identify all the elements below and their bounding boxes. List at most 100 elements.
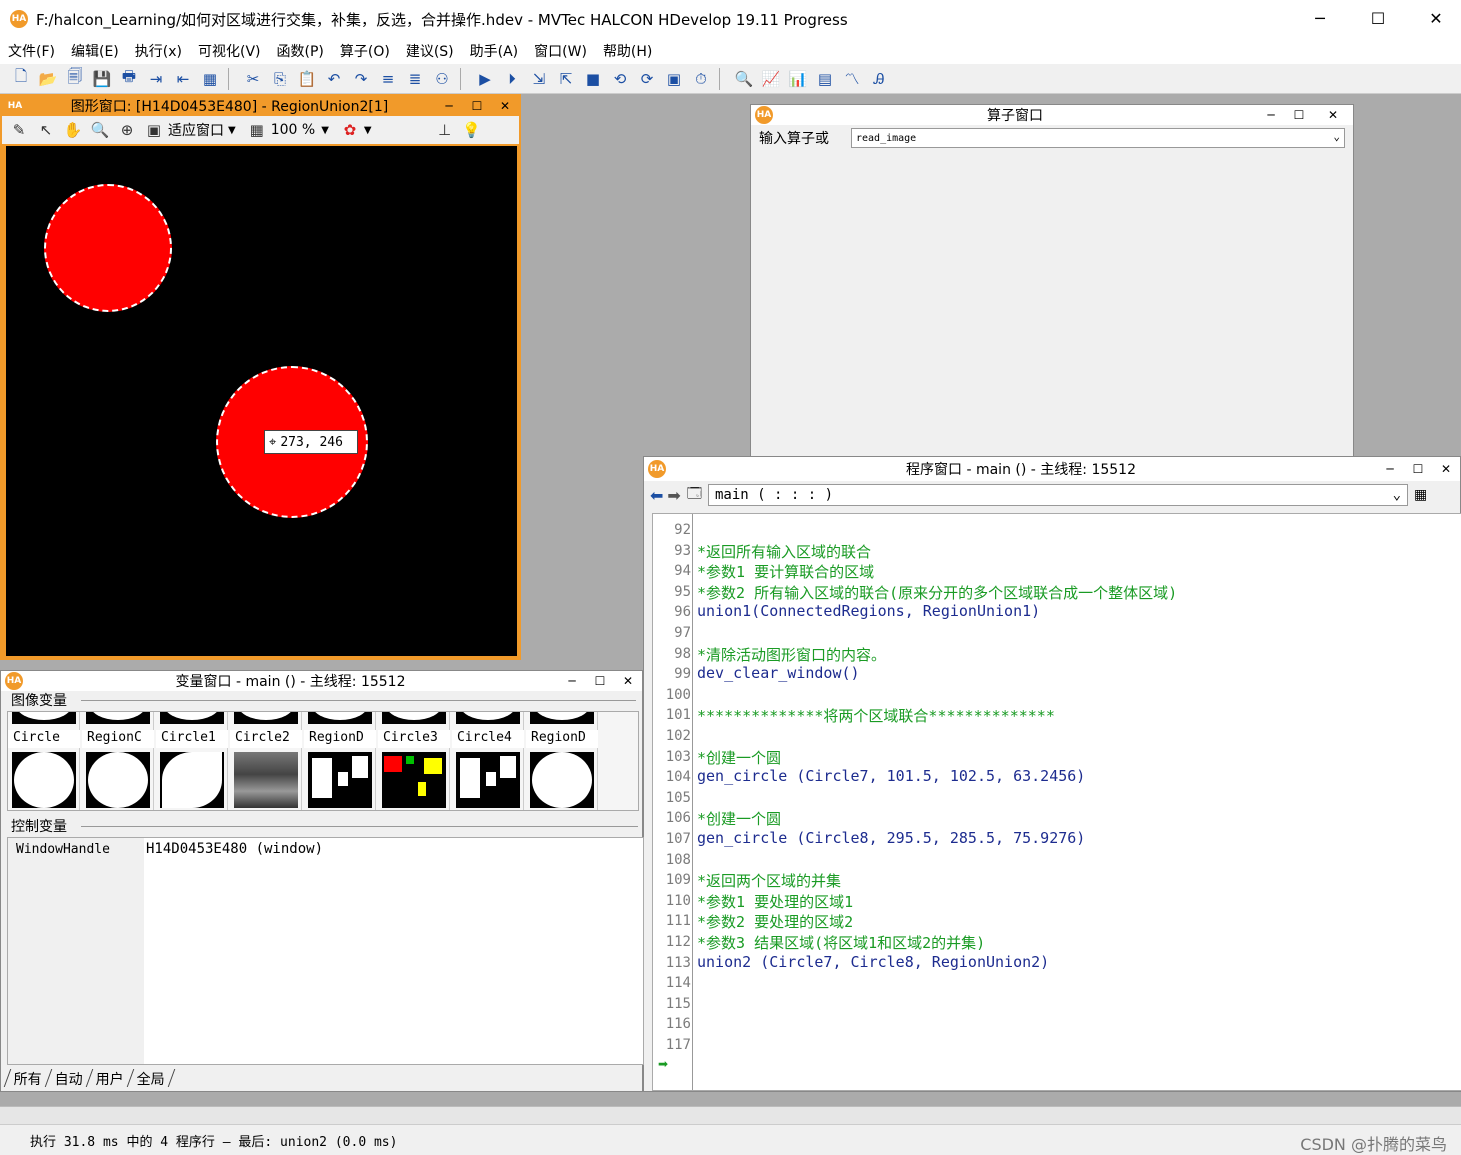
code-line[interactable]: **************将两个区域联合************** (697, 705, 1055, 726)
image-variable-thumb[interactable]: Circle (8, 712, 80, 810)
image-variable-thumb[interactable]: Circle3 (378, 712, 450, 810)
tab-auto[interactable]: 自动 (44, 1069, 93, 1088)
save-icon[interactable]: 💾 (89, 67, 115, 91)
code-line[interactable]: *参数2 所有输入区域的联合(原来分开的多个区域联合成一个整体区域) (697, 582, 1177, 603)
import-icon[interactable]: ⇤ (170, 67, 196, 91)
image-variable-thumb[interactable]: RegionC (82, 712, 154, 810)
chevron-down-icon[interactable]: ▼ (364, 125, 372, 136)
feature-histogram-icon[interactable]: 📊 (785, 67, 811, 91)
open-example-icon[interactable]: 🗐 (62, 67, 88, 91)
chevron-down-icon[interactable]: ▼ (228, 125, 236, 136)
close-button[interactable]: ✕ (614, 674, 642, 688)
zoom-window-icon[interactable]: 🔍 (731, 67, 757, 91)
maximize-button[interactable]: ☐ (463, 99, 491, 113)
minimize-button[interactable]: ─ (435, 99, 463, 113)
timer-icon[interactable]: ⏱ (688, 67, 714, 91)
maximize-button[interactable]: ☐ (586, 674, 614, 688)
feature-inspection-icon[interactable]: ▤ (812, 67, 838, 91)
close-button[interactable]: ✕ (1407, 0, 1461, 36)
image-variable-thumb[interactable]: RegionD (304, 712, 376, 810)
tab-global[interactable]: 全局 (126, 1069, 176, 1088)
code-line[interactable]: dev_clear_window() (697, 664, 860, 682)
code-line[interactable]: *参数1 要处理的区域1 (697, 891, 853, 912)
zoom-icon[interactable]: ⊕ (114, 118, 140, 142)
procedure-select[interactable]: main ( : : : ) ⌄ (708, 484, 1408, 506)
open-file-icon[interactable]: 📂 (35, 67, 61, 91)
minimize-button[interactable]: ─ (1291, 0, 1349, 36)
horizontal-scrollbar[interactable] (0, 1106, 1461, 1124)
code-line[interactable]: *参数1 要计算联合的区域 (697, 561, 874, 582)
step-out-icon[interactable]: ⇱ (553, 67, 579, 91)
maximize-button[interactable]: ☐ (1404, 462, 1432, 476)
menu-help[interactable]: 帮助(H) (595, 41, 660, 61)
menu-suggestions[interactable]: 建议(S) (398, 41, 462, 61)
control-variable-value[interactable]: H14D0453E480 (window) (146, 841, 323, 857)
menu-file[interactable]: 文件(F) (0, 41, 63, 61)
code-line[interactable]: *参数2 要处理的区域2 (697, 911, 853, 932)
line-profile-icon[interactable]: 〽 (839, 67, 865, 91)
close-button[interactable]: ✕ (1432, 462, 1460, 476)
pointer-icon[interactable]: ↖ (33, 118, 59, 142)
reset-icon[interactable]: ⟲ (607, 67, 633, 91)
pan-hand-icon[interactable]: ✋ (60, 118, 86, 142)
code-line[interactable]: *返回所有输入区域的联合 (697, 541, 871, 562)
library-icon[interactable]: ▦ (197, 67, 223, 91)
code-line[interactable]: union1(ConnectedRegions, RegionUnion1) (697, 602, 1040, 620)
tab-user[interactable]: 用户 (85, 1069, 134, 1088)
cut-icon[interactable]: ✂ (240, 67, 266, 91)
menu-procedures[interactable]: 函数(P) (269, 41, 332, 61)
stop-icon[interactable]: ■ (580, 67, 606, 91)
code-line[interactable]: gen_circle (Circle7, 101.5, 102.5, 63.24… (697, 767, 1085, 785)
tab-all[interactable]: 所有 (3, 1069, 52, 1088)
step-into-icon[interactable]: ⇲ (526, 67, 552, 91)
comment-icon[interactable]: ≡ (375, 67, 401, 91)
close-button[interactable]: ✕ (1313, 108, 1353, 122)
minimize-button[interactable]: ─ (558, 674, 586, 688)
code-line[interactable]: *清除活动图形窗口的内容。 (697, 644, 886, 665)
minimize-button[interactable]: ─ (1376, 462, 1404, 476)
image-variable-thumb[interactable]: Circle1 (156, 712, 228, 810)
print-icon[interactable]: 🖶 (116, 67, 142, 91)
run-icon[interactable]: ▶ (472, 67, 498, 91)
code-line[interactable]: gen_circle (Circle8, 295.5, 285.5, 75.92… (697, 829, 1085, 847)
menu-edit[interactable]: 编辑(E) (63, 41, 127, 61)
code-line[interactable]: *参数3 结果区域(将区域1和区域2的并集) (697, 932, 985, 953)
image-variable-thumb[interactable]: Circle4 (452, 712, 524, 810)
operator-input[interactable]: read_image ⌄ (851, 128, 1345, 148)
maximize-button[interactable]: ☐ (1349, 0, 1407, 36)
fit-window-button[interactable]: 适应窗口 (168, 120, 224, 140)
chevron-down-icon[interactable]: ⌄ (1333, 130, 1340, 143)
control-variable-name[interactable]: WindowHandle (16, 842, 110, 857)
procedure-icon[interactable]: 🗔 (687, 483, 702, 507)
redo-icon[interactable]: ↷ (348, 67, 374, 91)
find-icon[interactable]: ⚇ (429, 67, 455, 91)
menu-window[interactable]: 窗口(W) (526, 41, 595, 61)
close-button[interactable]: ✕ (491, 99, 519, 113)
image-variable-thumb[interactable]: RegionD (526, 712, 598, 810)
copy-icon[interactable]: ⎘ (267, 67, 293, 91)
image-variable-thumb[interactable]: Circle2 (230, 712, 302, 810)
step-over-icon[interactable]: ⏵ (499, 67, 525, 91)
minimize-button[interactable]: ─ (1257, 108, 1285, 122)
undo-icon[interactable]: ↶ (321, 67, 347, 91)
menu-operators[interactable]: 算子(O) (332, 41, 398, 61)
ocr-icon[interactable]: Ꭿ (866, 67, 892, 91)
export-icon[interactable]: ⇥ (143, 67, 169, 91)
edit-procedure-icon[interactable]: ▦ (1414, 487, 1427, 503)
code-line[interactable]: *返回两个区域的并集 (697, 870, 841, 891)
menu-assistants[interactable]: 助手(A) (462, 41, 527, 61)
code-editor[interactable]: 92 93 94 95 96 97 98 99 100 101 102 103 104 105 106 107… (652, 513, 1461, 1091)
lightbulb-icon[interactable]: 💡 (459, 118, 485, 142)
menu-execute[interactable]: 执行(x) (127, 41, 190, 61)
forward-arrow-icon[interactable]: ➡ (667, 486, 680, 505)
gray-histogram-icon[interactable]: 📈 (758, 67, 784, 91)
code-line[interactable]: *创建一个圆 (697, 747, 781, 768)
reset-program-icon[interactable]: ⟳ (634, 67, 660, 91)
fit-window-icon[interactable]: ▣ (141, 118, 167, 142)
graphics-canvas[interactable]: ⌖ 273, 246 (6, 146, 517, 656)
chevron-down-icon[interactable]: ▼ (321, 125, 329, 136)
code-line[interactable]: union2 (Circle7, Circle8, RegionUnion2) (697, 953, 1049, 971)
zoom-level-icon[interactable]: ▦ (244, 118, 270, 142)
profiler-icon[interactable]: ▣ (661, 67, 687, 91)
maximize-button[interactable]: ☐ (1285, 108, 1313, 122)
